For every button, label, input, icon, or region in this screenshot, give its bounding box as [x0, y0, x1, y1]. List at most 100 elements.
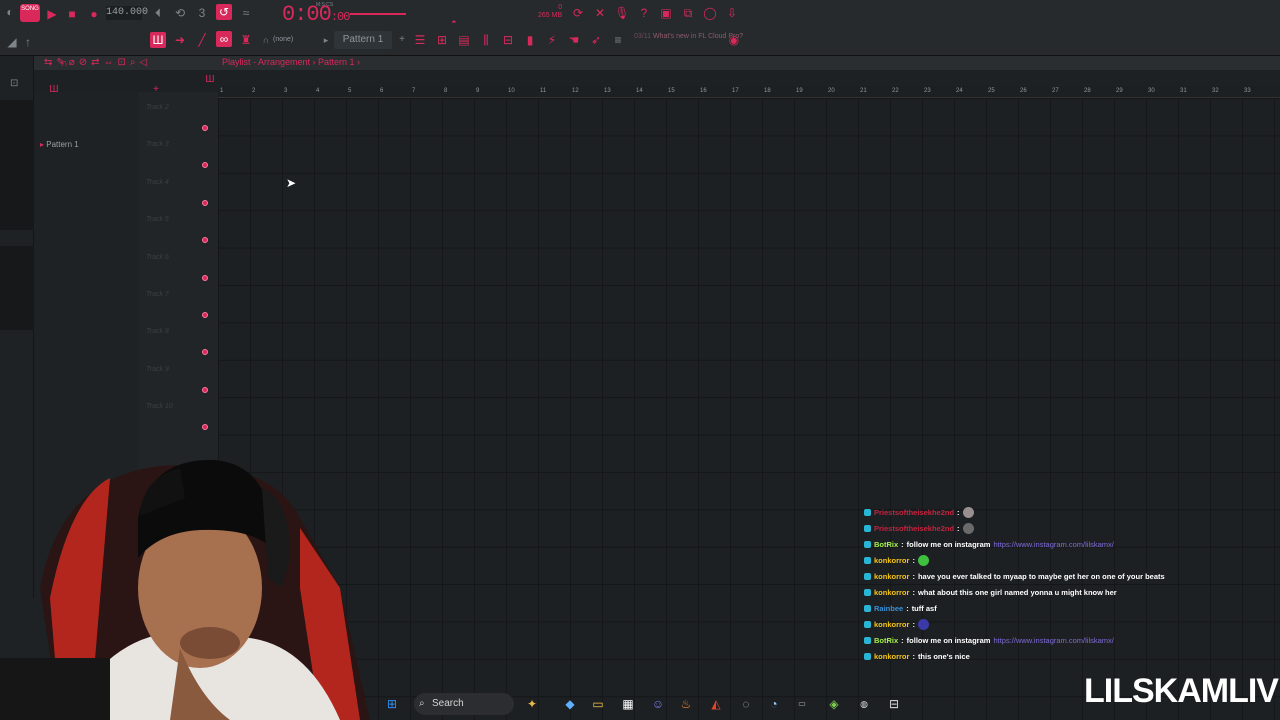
mixer-icon[interactable]: ⫼: [478, 32, 494, 48]
loop-record-icon[interactable]: ↺: [216, 4, 232, 20]
fl-studio-icon[interactable]: ♨: [678, 696, 694, 712]
app-icon-3[interactable]: ◈: [826, 696, 842, 712]
menu-icon[interactable]: ◐: [2, 4, 18, 20]
chat-username[interactable]: BotRix: [874, 540, 898, 549]
brush-icon[interactable]: ╱: [194, 32, 210, 48]
channel-rack-icon[interactable]: ▤: [456, 32, 472, 48]
folder-icon[interactable]: ⊡: [10, 78, 18, 89]
delete-icon[interactable]: ▮: [522, 32, 538, 48]
collapse-icon[interactable]: ◢: [4, 34, 20, 50]
chat-username[interactable]: konkorror: [874, 652, 909, 661]
track-mute-toggle[interactable]: [202, 274, 208, 281]
windows-start-icon[interactable]: ⊞: [384, 696, 400, 712]
timeline-ruler[interactable]: 1 2 3 4 5 6 7 8 9 10 11 12 13 14 15 16 17 18 19 20 21 22 23 24 2…: [218, 86, 1280, 98]
steam-icon[interactable]: ◔: [766, 696, 782, 712]
help-icon[interactable]: ?: [636, 5, 652, 21]
chat-link[interactable]: https://www.instagram.com/lilskamx/: [993, 636, 1113, 645]
app-icon[interactable]: ◌: [738, 696, 754, 712]
chat-message: konkorror: have you ever talked to myaap …: [864, 568, 1264, 584]
play-icon[interactable]: ▶: [44, 6, 60, 22]
wait-icon[interactable]: ⟲: [172, 5, 188, 21]
track-mute-toggle[interactable]: [202, 312, 208, 318]
track-label[interactable]: Track 10: [146, 403, 173, 410]
undo-history-icon[interactable]: ⟳: [570, 5, 586, 21]
marker-icon[interactable]: ➶: [588, 32, 604, 48]
fl-cloud-icon[interactable]: ◉: [726, 32, 742, 48]
chat-emote-icon: [962, 522, 974, 534]
chat-username[interactable]: Priestsoftheisekhe2nd: [874, 524, 954, 533]
countdown-icon[interactable]: 3: [194, 5, 210, 21]
ruler-bar-number: 1: [220, 88, 224, 94]
stop-icon[interactable]: ■: [64, 6, 80, 22]
recent-icon[interactable]: ≡: [610, 32, 626, 48]
snap-magnet-icon[interactable]: ∩: [56, 56, 72, 72]
brave-icon[interactable]: ◭: [708, 696, 724, 712]
plug-icon[interactable]: ⚡: [544, 32, 560, 48]
chat-username[interactable]: konkorror: [874, 572, 909, 581]
snap-selector[interactable]: (none): [273, 36, 293, 43]
track-mute-toggle[interactable]: [202, 424, 208, 431]
pin-icon[interactable]: ↑: [20, 34, 36, 50]
plugin-icon[interactable]: ⧉: [680, 5, 696, 21]
browser-icon[interactable]: ⊟: [500, 32, 516, 48]
pattern-mode-icon[interactable]: Ш: [202, 72, 218, 88]
track-label[interactable]: Track 8: [146, 328, 169, 335]
track-label[interactable]: Track 3: [146, 141, 169, 148]
app-icon-4[interactable]: ◍: [856, 696, 872, 712]
pattern-prev-icon[interactable]: ▸: [318, 32, 334, 48]
store-icon[interactable]: ▦: [620, 696, 636, 712]
track-label[interactable]: Track 2: [146, 104, 169, 111]
touch-icon[interactable]: ☚: [566, 32, 582, 48]
chat-username[interactable]: Priestsoftheisekhe2nd: [874, 508, 954, 517]
piano-roll-icon[interactable]: ⊞: [434, 32, 450, 48]
magnet-icon[interactable]: ∩: [258, 32, 274, 48]
playlist-icon[interactable]: ☰: [412, 32, 428, 48]
chat-username[interactable]: Rainbee: [874, 604, 903, 613]
track-mute-toggle[interactable]: [202, 162, 208, 169]
add-pattern-icon[interactable]: +: [394, 32, 410, 48]
track-label[interactable]: Track 9: [146, 366, 169, 373]
arrow-right-icon[interactable]: ➜: [172, 32, 188, 48]
copilot-icon[interactable]: ◆: [562, 696, 578, 712]
playlist-breadcrumb[interactable]: Playlist - Arrangement › Pattern 1 ›: [222, 57, 360, 67]
track-label[interactable]: Track 4: [146, 179, 169, 186]
link-icon[interactable]: ∞: [216, 31, 232, 47]
discord-icon[interactable]: ☺: [650, 696, 666, 712]
file-explorer-icon[interactable]: ▭: [590, 696, 606, 712]
pattern-list-item[interactable]: ▸ Pattern 1: [40, 140, 79, 149]
app-icon-5[interactable]: ⊟: [886, 696, 902, 712]
metronome-icon[interactable]: ⏴: [150, 5, 166, 21]
record-icon[interactable]: ●: [86, 6, 102, 22]
chat-badge-icon: [864, 540, 871, 548]
cut-icon[interactable]: ✕: [592, 5, 608, 21]
save-icon[interactable]: ▣: [658, 5, 674, 21]
track-label[interactable]: Track 6: [146, 254, 169, 261]
pat-song-toggle-icon[interactable]: Ш: [150, 32, 166, 48]
track-mute-toggle[interactable]: [202, 386, 208, 393]
download-icon[interactable]: ⇩: [724, 5, 740, 21]
track-label[interactable]: Track 5: [146, 216, 169, 223]
track-mute-toggle[interactable]: [202, 199, 208, 206]
chat-username[interactable]: konkorror: [874, 556, 909, 565]
track-label[interactable]: Track 7: [146, 291, 169, 298]
master-volume-slider[interactable]: [350, 13, 406, 15]
mic-icon[interactable]: 🎙: [614, 5, 630, 21]
song-mode-badge[interactable]: SONG: [20, 4, 40, 22]
stream-chat: Priestsoftheisekhe2nd: Priestsoftheisekhe…: [864, 504, 1264, 664]
chat-username[interactable]: konkorror: [874, 588, 909, 597]
step-edit-icon[interactable]: ≈: [238, 5, 254, 21]
track-mute-toggle[interactable]: [202, 237, 208, 244]
chat-link[interactable]: https://www.instagram.com/lilskamx/: [993, 540, 1113, 549]
track-mute-toggle[interactable]: [202, 349, 208, 356]
stamp-icon[interactable]: ♜: [238, 32, 254, 48]
chat-username[interactable]: konkorror: [874, 620, 909, 629]
tempo-display[interactable]: 140.000: [106, 6, 148, 20]
pattern-selector[interactable]: Pattern 1: [334, 31, 392, 49]
widgets-icon[interactable]: ✦: [524, 696, 540, 712]
chat-username[interactable]: BotRix: [874, 636, 898, 645]
chat-icon[interactable]: ◯: [702, 5, 718, 21]
pitch-knob-icon[interactable]: ◓: [446, 14, 462, 30]
app-icon-2[interactable]: ▭: [794, 696, 810, 712]
track-mute-toggle[interactable]: [202, 125, 208, 131]
taskbar-search[interactable]: ⌕ Search: [414, 693, 514, 715]
